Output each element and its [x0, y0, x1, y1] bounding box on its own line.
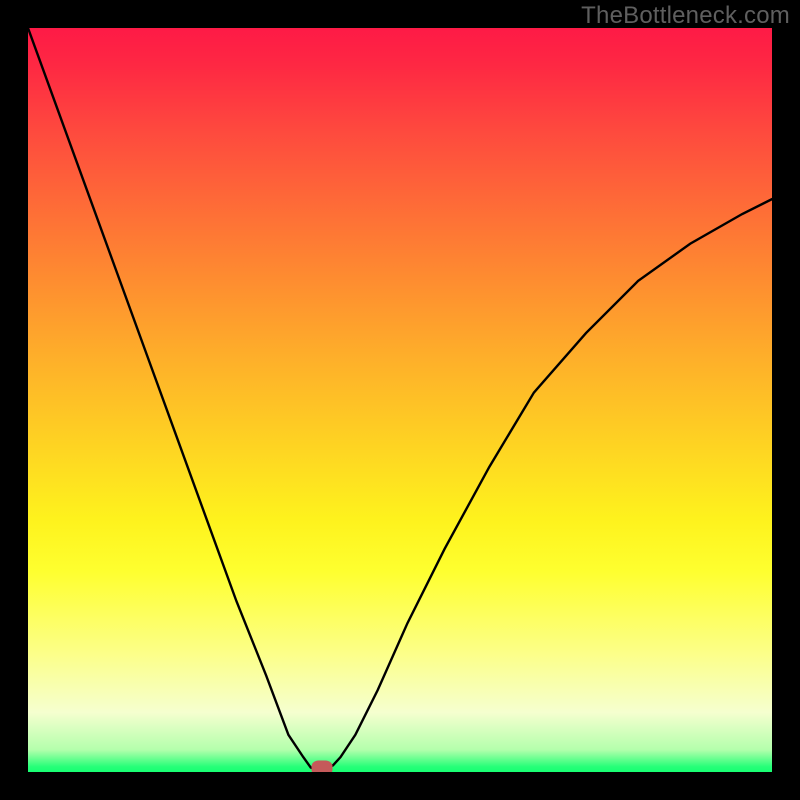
plot-area — [28, 28, 772, 772]
watermark-text: TheBottleneck.com — [581, 2, 790, 30]
optimal-point-marker — [311, 760, 332, 772]
bottleneck-curve — [28, 28, 772, 772]
curve-path — [28, 28, 772, 771]
chart-frame: TheBottleneck.com — [0, 0, 800, 800]
